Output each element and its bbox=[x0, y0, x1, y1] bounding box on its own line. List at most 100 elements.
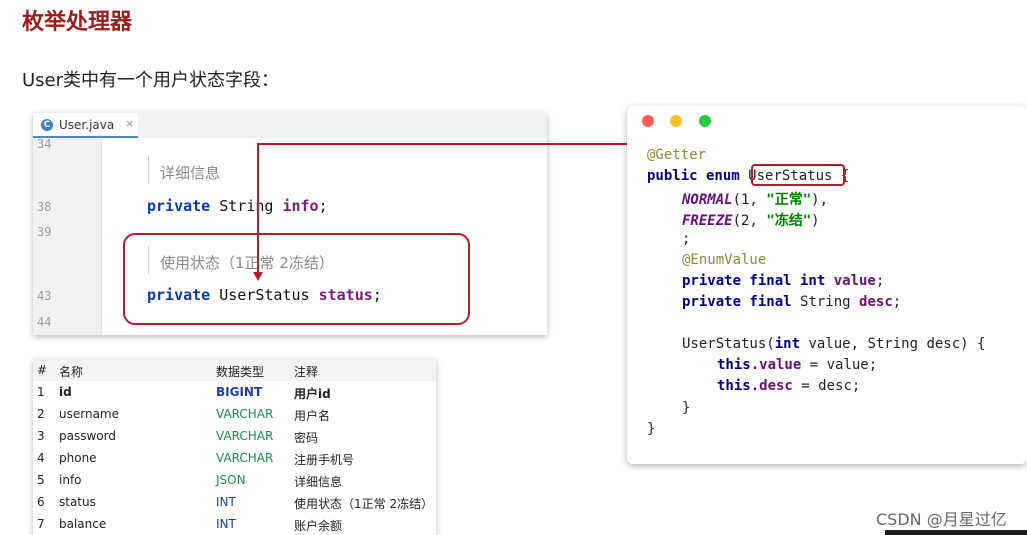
field-name: info bbox=[282, 197, 319, 215]
table-row[interactable]: 4 phone VARCHAR 注册手机号 bbox=[33, 447, 436, 469]
table-row[interactable]: 2 username VARCHAR 用户名 bbox=[33, 403, 436, 425]
string-literal: "冻结" bbox=[766, 213, 812, 229]
field-name: .desc bbox=[750, 378, 793, 394]
column-name: status bbox=[59, 495, 96, 509]
ide-code-panel: C User.java × 34 38 39 43 44 详细信息 privat… bbox=[33, 113, 547, 335]
line-number: 39 bbox=[37, 225, 52, 239]
data-type: JSON bbox=[216, 473, 246, 487]
close-icon[interactable]: × bbox=[125, 117, 134, 130]
enum-constant: NORMAL bbox=[682, 192, 733, 208]
data-type: VARCHAR bbox=[216, 407, 274, 421]
string-literal: "正常" bbox=[766, 192, 812, 208]
slide-title: 枚举处理器 bbox=[22, 10, 133, 35]
data-type: VARCHAR bbox=[216, 451, 274, 465]
tab-label: User.java bbox=[59, 118, 115, 132]
table-row[interactable]: 7 balance INT 账户余额 bbox=[33, 513, 436, 535]
semicolon: ; bbox=[875, 273, 885, 289]
code-line: this.value = value; bbox=[717, 357, 877, 373]
column-name: phone bbox=[59, 451, 97, 465]
keyword: private final bbox=[682, 294, 801, 310]
data-type: INT bbox=[216, 495, 236, 509]
column-comment: 密码 bbox=[294, 431, 319, 445]
code-line: } bbox=[647, 421, 656, 437]
table-row[interactable]: 5 info JSON 详细信息 bbox=[33, 469, 436, 491]
close-dot-icon bbox=[642, 115, 654, 127]
code-line: UserStatus(int value, String desc) { bbox=[682, 336, 985, 352]
column-header: 名称 bbox=[59, 365, 84, 379]
code-line: private final int value; bbox=[682, 273, 884, 289]
minimize-dot-icon bbox=[670, 115, 682, 127]
field-name: .value bbox=[750, 357, 802, 373]
corner-bar bbox=[885, 530, 1027, 535]
db-columns-table: # 名称 数据类型 注释 1 id BIGINT 用户id 2 username… bbox=[33, 359, 436, 535]
column-comment: 注册手机号 bbox=[294, 453, 355, 467]
doc-comment-bar bbox=[148, 156, 149, 184]
line-number: 44 bbox=[37, 315, 52, 329]
column-header: # bbox=[37, 363, 48, 377]
column-comment: 详细信息 bbox=[294, 475, 343, 489]
semicolon: ; bbox=[892, 294, 902, 310]
keyword: this bbox=[717, 357, 751, 373]
code-line-38: private String info; bbox=[147, 197, 328, 215]
data-type: BIGINT bbox=[216, 385, 263, 399]
gutter-divider bbox=[101, 138, 102, 335]
column-header: 注释 bbox=[294, 365, 319, 379]
table-row[interactable]: 1 id BIGINT 用户id bbox=[33, 381, 436, 403]
intro-text: User类中有一个用户状态字段： bbox=[22, 70, 280, 91]
type-name: String bbox=[800, 294, 860, 310]
code-line: NORMAL(1, "正常"), bbox=[682, 189, 828, 209]
line-number: 43 bbox=[37, 289, 52, 303]
row-index: 5 bbox=[37, 473, 45, 487]
java-class-icon: C bbox=[41, 119, 53, 131]
code-token: (2, bbox=[732, 213, 767, 229]
watermark: CSDN @月星过亿 bbox=[876, 510, 1007, 529]
table-row[interactable]: 3 password VARCHAR 密码 bbox=[33, 425, 436, 447]
column-name: username bbox=[59, 407, 119, 421]
code-line: @Getter bbox=[647, 147, 707, 163]
keyword: private bbox=[147, 197, 211, 215]
row-index: 7 bbox=[37, 517, 45, 531]
code-token: ), bbox=[811, 192, 829, 208]
tab-user-java[interactable]: C User.java × bbox=[33, 113, 138, 138]
code-line: this.desc = desc; bbox=[717, 378, 860, 394]
code-line: } bbox=[682, 400, 691, 416]
constructor-name: UserStatus( bbox=[682, 336, 775, 352]
keyword: int bbox=[774, 336, 801, 352]
table-row[interactable]: 6 status INT 使用状态（1正常 2冻结） bbox=[33, 491, 436, 513]
arrow-head-icon bbox=[253, 272, 263, 281]
code-token: = value; bbox=[801, 357, 878, 373]
column-comment: 使用状态（1正常 2冻结） bbox=[294, 497, 434, 511]
data-type: VARCHAR bbox=[216, 429, 274, 443]
code-line: FREEZE(2, "冻结") bbox=[682, 210, 820, 230]
editor-tab-bar: C User.java × bbox=[33, 113, 547, 138]
enum-name-highlight bbox=[751, 164, 845, 186]
code-token: (1, bbox=[732, 192, 767, 208]
code-token: value, String desc) { bbox=[800, 336, 986, 352]
column-name: info bbox=[59, 473, 82, 487]
keyword: public enum bbox=[647, 168, 749, 184]
code-window: @Getter public enum UserStatus { NORMAL(… bbox=[627, 106, 1027, 464]
row-index: 3 bbox=[37, 429, 45, 443]
maximize-dot-icon bbox=[699, 115, 711, 127]
type-name: String bbox=[210, 197, 283, 215]
column-comment: 用户id bbox=[294, 387, 331, 401]
column-name: password bbox=[59, 429, 116, 443]
row-index: 6 bbox=[37, 495, 45, 509]
table-header: # 名称 数据类型 注释 bbox=[33, 359, 436, 381]
enum-constant: FREEZE bbox=[682, 213, 733, 229]
code-line: ; bbox=[682, 231, 691, 247]
column-comment: 账户余额 bbox=[294, 519, 343, 533]
keyword: private final int bbox=[682, 273, 834, 289]
column-comment: 用户名 bbox=[294, 409, 331, 423]
keyword: this bbox=[717, 378, 751, 394]
semicolon: ; bbox=[318, 197, 328, 215]
row-index: 1 bbox=[37, 385, 45, 399]
column-name: id bbox=[59, 385, 72, 399]
connector-line-left bbox=[257, 143, 259, 273]
line-number: 34 bbox=[37, 137, 52, 151]
code-token: = desc; bbox=[792, 378, 861, 394]
code-token: ) bbox=[811, 213, 820, 229]
column-name: balance bbox=[59, 517, 107, 531]
status-field-highlight bbox=[123, 233, 470, 325]
line-number: 38 bbox=[37, 200, 52, 214]
